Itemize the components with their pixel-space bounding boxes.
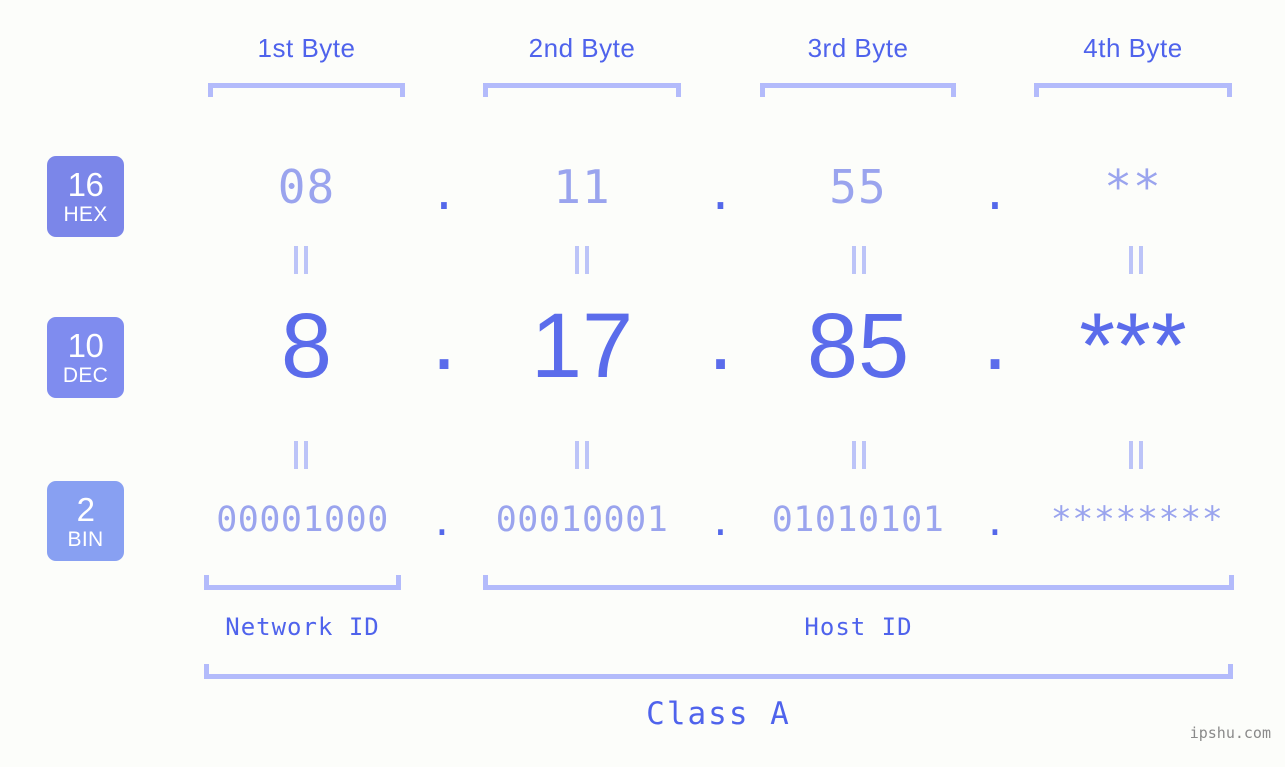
class-bracket [204,664,1233,679]
byte-bracket-2 [483,83,681,97]
hex-byte-2: 11 [553,160,611,214]
equals-mark-hex-dec-2 [572,246,592,274]
dec-separator-2: . [707,287,734,389]
hex-separator-2: . [706,166,735,220]
byte-bracket-3 [760,83,956,97]
dec-byte-3: 85 [806,295,910,397]
equals-mark-hex-dec-4 [1126,246,1146,274]
hex-byte-4: ** [1104,160,1162,214]
base-badge-dec-number: 10 [67,327,104,364]
equals-mark-dec-bin-2 [572,441,592,469]
bin-byte-1: 00001000 [216,500,389,540]
dec-separator-3: . [982,287,1008,389]
bin-byte-4: ******** [1050,500,1224,540]
base-badge-bin: 2 BIN [47,481,124,561]
byte-header-2: 2nd Byte [528,33,636,63]
equals-mark-dec-bin-4 [1126,441,1146,469]
byte-header-1: 1st Byte [257,33,356,63]
base-badge-dec: 10 DEC [47,317,124,398]
dec-byte-2: 17 [530,295,634,397]
base-badge-bin-name: BIN [67,527,104,551]
dec-byte-4: *** [1079,295,1187,397]
base-badge-bin-number: 2 [76,490,95,528]
equals-mark-hex-dec-3 [849,246,869,274]
class-label: Class A [646,696,791,732]
hex-separator-1: . [430,166,458,220]
base-badge-hex-name: HEX [63,203,108,226]
equals-mark-dec-bin-1 [291,441,311,469]
base-badge-dec-name: DEC [62,364,109,387]
byte-bracket-1 [208,83,405,97]
dec-separator-1: . [431,287,457,389]
hex-separator-3: . [981,166,1009,220]
hex-byte-3: 55 [829,160,887,214]
network-id-label: Network ID [225,613,380,641]
bin-separator-2: . [709,500,732,544]
byte-bracket-4 [1034,83,1232,97]
hex-byte-1: 08 [277,160,336,214]
ip-address-breakdown-diagram: 1st Byte 2nd Byte 3rd Byte 4th Byte 16 H… [0,0,1285,767]
base-badge-hex: 16 HEX [47,156,124,237]
byte-header-3: 3rd Byte [807,33,909,63]
bin-separator-1: . [430,500,454,544]
host-id-bracket [483,575,1234,590]
bin-byte-2: 00010001 [495,500,669,540]
equals-mark-dec-bin-3 [849,441,869,469]
dec-byte-1: 8 [280,295,333,397]
equals-mark-hex-dec-1 [291,246,311,274]
host-id-label: Host ID [804,613,913,641]
byte-header-4: 4th Byte [1083,33,1183,63]
network-id-bracket [204,575,401,590]
bin-byte-3: 01010101 [771,500,945,540]
watermark-ipshu: ipshu.com [1189,724,1271,742]
bin-separator-3: . [983,500,1007,544]
base-badge-hex-number: 16 [67,166,104,203]
